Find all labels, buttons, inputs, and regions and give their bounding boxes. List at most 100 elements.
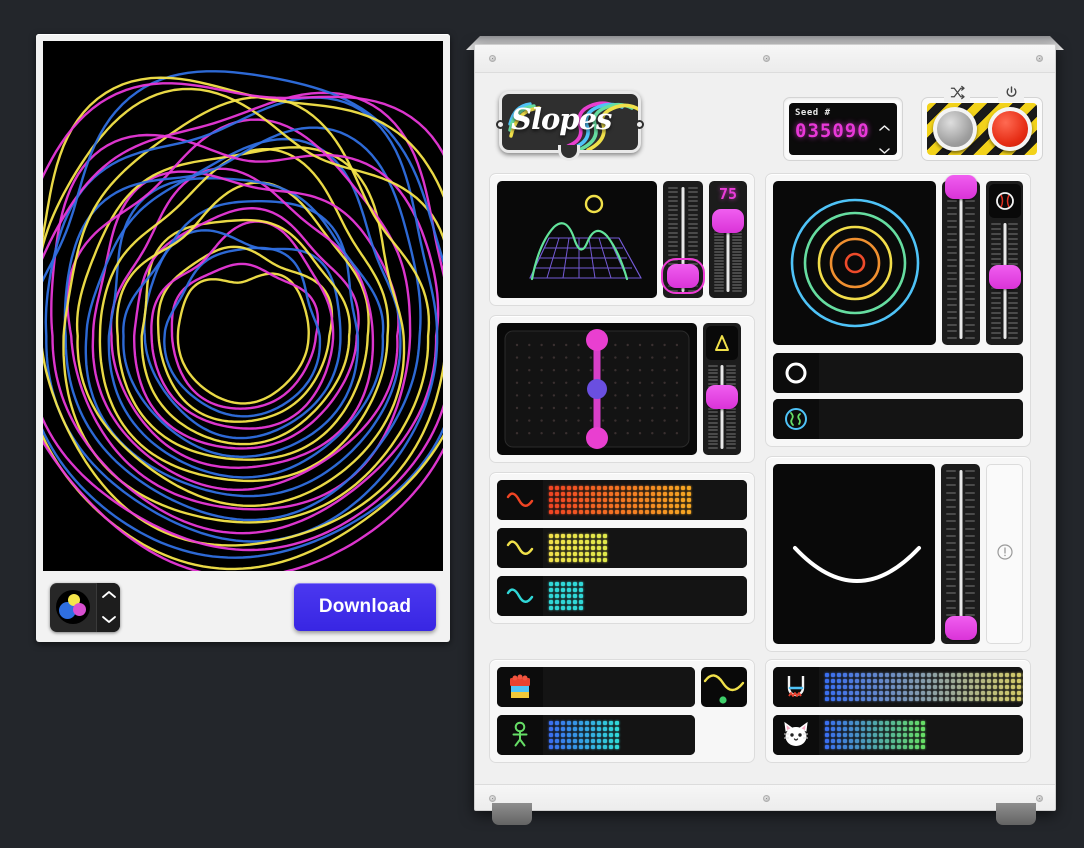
xy-pad-screen[interactable] (497, 323, 697, 455)
row-circle[interactable] (773, 353, 1023, 393)
terrain-slider-b[interactable]: 75 (709, 181, 747, 298)
generative-art-svg (43, 41, 443, 571)
rings-slider-a-knob[interactable] (944, 175, 977, 199)
logo-plate: Slopes (496, 91, 644, 161)
xy-pad-module (489, 315, 755, 463)
top-bezel (475, 45, 1055, 73)
artwork-frame: Download (36, 34, 450, 642)
foot-left (492, 803, 532, 825)
led-matrix (825, 673, 1023, 701)
palette-up-button[interactable] (101, 590, 117, 599)
xy-pad-slider-knob[interactable] (706, 385, 738, 409)
row-beaker[interactable] (773, 667, 1023, 707)
plate-screw (635, 120, 644, 129)
download-button[interactable]: Download (294, 583, 436, 631)
led-matrix (549, 486, 691, 514)
terrain-slider-a[interactable] (661, 181, 705, 298)
wave-icon (497, 576, 543, 616)
row-blocks-field (543, 667, 695, 707)
rings-screen (773, 181, 936, 345)
row-figure-field (543, 715, 695, 755)
row-globe-field (819, 399, 1023, 439)
terrain-slider-a-knob[interactable] (661, 258, 705, 294)
seed-down-button[interactable] (878, 142, 891, 160)
terrain-slider-b-knob[interactable] (712, 209, 744, 233)
meter-cyan[interactable] (497, 576, 747, 616)
terrain-slider-b-readout: 75 (718, 185, 738, 203)
screw (489, 55, 496, 62)
hazard-stripes (927, 103, 1037, 155)
artwork-canvas (43, 41, 443, 571)
bottom-right-module (765, 659, 1031, 763)
bottom-bezel (475, 784, 1055, 810)
beaker-icon (773, 667, 819, 707)
row-globe[interactable] (773, 399, 1023, 439)
meter-red-field (543, 480, 747, 520)
logo-text: Slopes (511, 102, 612, 136)
palette-stepper[interactable] (50, 582, 120, 632)
xy-pad-slider[interactable] (703, 323, 741, 455)
curve-slider-knob[interactable] (944, 616, 977, 640)
screw (762, 795, 770, 802)
rings-module (765, 173, 1031, 447)
power-button[interactable] (987, 107, 1032, 151)
curve-screen (773, 464, 936, 644)
palette-down-button[interactable] (101, 615, 117, 624)
seed-up-button[interactable] (878, 119, 891, 137)
row-beaker-field (819, 667, 1023, 707)
wave-thumbnail (701, 667, 747, 707)
machine-body: Slopes Seed # 035090 75 (474, 44, 1056, 811)
meter-red[interactable] (497, 480, 747, 520)
machine-header: Slopes Seed # 035090 (489, 83, 1043, 171)
rings-slider-a[interactable] (941, 175, 981, 345)
row-blocks[interactable] (497, 667, 695, 707)
power-icon (998, 84, 1024, 102)
machine-face: Slopes Seed # 035090 75 (475, 73, 1055, 784)
terrain-screen (497, 181, 657, 298)
led-matrix (549, 534, 607, 562)
seed-screen: Seed # 035090 (789, 103, 897, 155)
rings-slider-b[interactable] (986, 181, 1023, 345)
triangle-icon (706, 326, 738, 360)
logo-plate-tab (558, 145, 580, 161)
meter-yellow-field (543, 528, 747, 568)
palette-dot-magenta (73, 603, 86, 616)
seed-panel: Seed # 035090 (783, 97, 903, 161)
ball-icon (989, 184, 1022, 218)
meter-yellow[interactable] (497, 528, 747, 568)
screw (1036, 795, 1043, 802)
seed-label: Seed # (795, 108, 831, 118)
right-column (765, 173, 1031, 661)
led-matrix (549, 582, 583, 610)
info-icon[interactable] (996, 543, 1014, 566)
circle-outline-icon (773, 353, 819, 393)
shuffle-button[interactable] (932, 107, 977, 151)
row-cat-field (819, 715, 1023, 755)
slopes-machine: Slopes Seed # 035090 75 (466, 36, 1064, 825)
curve-module (765, 456, 1031, 652)
meter-cyan-field (543, 576, 747, 616)
foot-right (996, 803, 1036, 825)
wave-icon (497, 480, 543, 520)
bottom-modules (489, 659, 1043, 772)
row-circle-field (819, 353, 1023, 393)
lego-brick-icon (497, 667, 543, 707)
led-matrix (549, 721, 619, 749)
screw (1036, 55, 1043, 62)
row-figure[interactable] (497, 715, 695, 755)
seed-value: 035090 (795, 120, 870, 142)
globe-icon (773, 399, 819, 439)
screw (762, 55, 770, 62)
screw (489, 795, 496, 802)
palette-swatch[interactable] (50, 583, 96, 632)
bottom-left-module (489, 659, 755, 763)
terrain-module: 75 (489, 173, 755, 306)
wave-icon (497, 528, 543, 568)
cat-icon (773, 715, 819, 755)
modules-area: 75 (489, 173, 1043, 661)
row-cat[interactable] (773, 715, 1023, 755)
curve-slider[interactable] (941, 464, 981, 644)
meters-module (489, 472, 755, 624)
rings-slider-b-knob[interactable] (988, 265, 1021, 289)
action-buttons-panel (921, 84, 1043, 161)
